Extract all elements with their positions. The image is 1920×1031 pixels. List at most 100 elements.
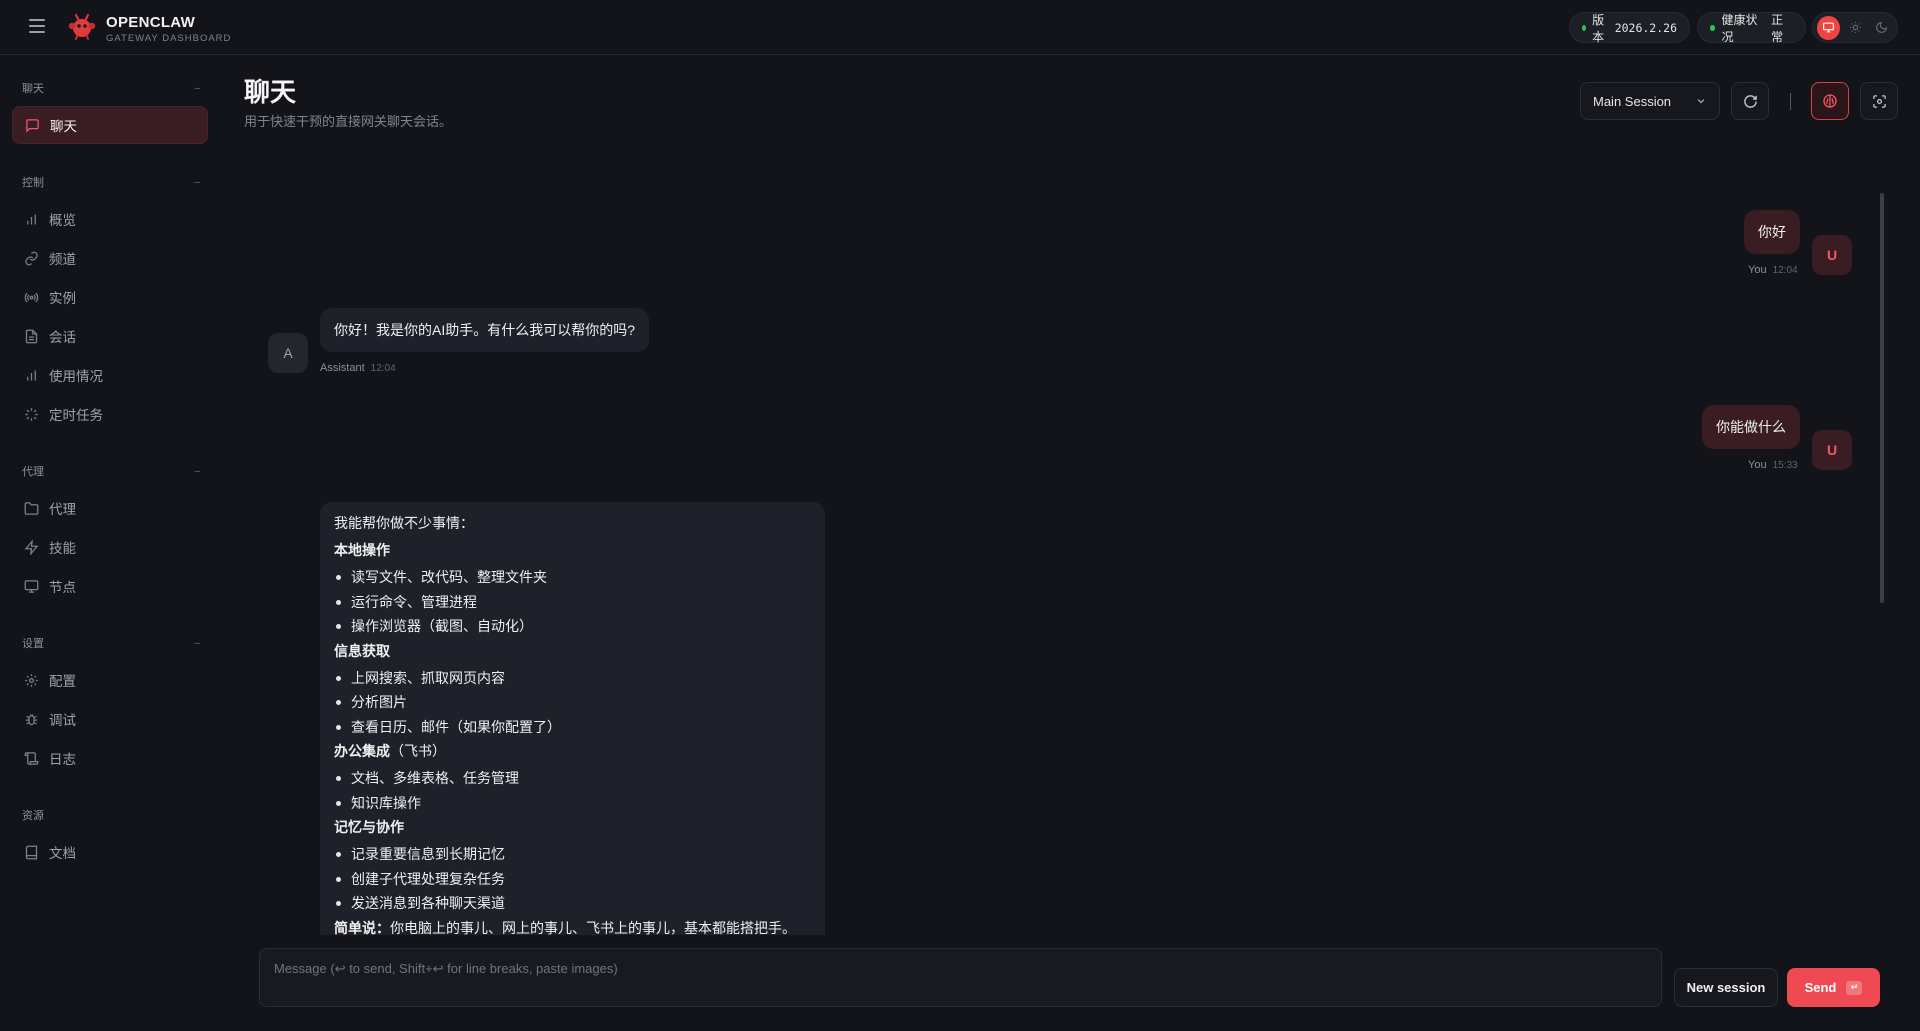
summary-text: 你电脑上的事儿、网上的事儿、飞书上的事儿，基本都能搭把手。 bbox=[390, 919, 796, 935]
sidebar-item-instances[interactable]: 实例 bbox=[12, 278, 208, 316]
toolbar-divider bbox=[1790, 93, 1791, 110]
sidebar-item-docs[interactable]: 文档 bbox=[12, 833, 208, 871]
reply-heading-suffix: （飞书） bbox=[390, 743, 446, 759]
user-message-bubble: 你能做什么 bbox=[1702, 405, 1800, 449]
session-select[interactable]: Main Session bbox=[1580, 82, 1720, 120]
sidebar-item-label: 技能 bbox=[49, 541, 76, 556]
brand-title: OPENCLAW bbox=[106, 14, 196, 31]
sidebar-section-settings[interactable]: 设置 – bbox=[22, 635, 200, 651]
zap-icon bbox=[24, 539, 39, 555]
sidebar-item-channels[interactable]: 频道 bbox=[12, 239, 208, 277]
theme-switcher bbox=[1812, 12, 1898, 43]
sidebar-item-label: 调试 bbox=[49, 713, 76, 728]
list-item: 查看日历、邮件（如果你配置了） bbox=[334, 720, 811, 745]
message-time: 12:04 bbox=[1772, 265, 1798, 276]
version-label: 版本 bbox=[1592, 12, 1605, 44]
list-item: 创建子代理处理复杂任务 bbox=[334, 872, 811, 897]
summary-bold: 简单说： bbox=[334, 919, 390, 935]
sidebar-item-config[interactable]: 配置 bbox=[12, 661, 208, 699]
assistant-message-bubble: 你好！我是你的AI助手。有什么我可以帮你的吗? bbox=[320, 308, 650, 352]
theme-dark-button[interactable] bbox=[1870, 16, 1893, 40]
reply-list: 读写文件、改代码、整理文件夹 运行命令、管理进程 操作浏览器（截图、自动化） bbox=[334, 570, 811, 644]
section-title: 设置 bbox=[22, 638, 44, 650]
focus-mode-button[interactable] bbox=[1860, 82, 1898, 120]
page-subtitle: 用于快速干预的直接网关聊天会话。 bbox=[244, 114, 453, 129]
sidebar-section-chat[interactable]: 聊天 – bbox=[22, 80, 200, 96]
list-item: 操作浏览器（截图、自动化） bbox=[334, 619, 811, 644]
sidebar-section-control[interactable]: 控制 – bbox=[22, 174, 200, 190]
sidebar-item-overview[interactable]: 概览 bbox=[12, 200, 208, 238]
collapse-icon: – bbox=[194, 637, 200, 649]
sidebar-item-nodes[interactable]: 节点 bbox=[12, 567, 208, 605]
sidebar-item-label: 代理 bbox=[49, 502, 76, 517]
sidebar-item-label: 频道 bbox=[49, 252, 76, 267]
message-text: 你能做什么 bbox=[1716, 419, 1786, 435]
user-message-bubble: 你好 bbox=[1744, 210, 1800, 254]
chat-thread: 你好 You 12:04 U A 你好！我是你的AI助手。有什么我可以帮你的吗? … bbox=[244, 160, 1884, 935]
status-dot bbox=[1582, 24, 1587, 31]
sidebar-item-usage[interactable]: 使用情况 bbox=[12, 356, 208, 394]
new-session-button[interactable]: New session bbox=[1674, 968, 1778, 1007]
message-input[interactable]: Message (↩ to send, Shift+↩ for line bre… bbox=[259, 948, 1662, 1007]
list-item: 文档、多维表格、任务管理 bbox=[334, 771, 811, 796]
health-label: 健康状况 bbox=[1721, 12, 1758, 44]
version-value: 2026.2.26 bbox=[1614, 20, 1677, 35]
sidebar-item-agents[interactable]: 代理 bbox=[12, 489, 208, 527]
sidebar-item-label: 概览 bbox=[49, 213, 76, 228]
reply-list: 上网搜索、抓取网页内容 分析图片 查看日历、邮件（如果你配置了） bbox=[334, 671, 811, 745]
theme-light-button[interactable] bbox=[1844, 16, 1867, 40]
enter-key-icon: ↵ bbox=[1846, 980, 1863, 995]
section-title: 资源 bbox=[22, 810, 44, 822]
list-item: 上网搜索、抓取网页内容 bbox=[334, 671, 811, 696]
thinking-toggle-button[interactable] bbox=[1811, 82, 1849, 120]
avatar: U bbox=[1812, 430, 1852, 470]
message-sender: You bbox=[1748, 459, 1767, 471]
refresh-button[interactable] bbox=[1731, 82, 1769, 120]
avatar: A bbox=[268, 333, 308, 373]
menu-icon[interactable] bbox=[29, 19, 45, 33]
sidebar-section-resources[interactable]: 资源 bbox=[22, 807, 200, 823]
section-title: 聊天 bbox=[22, 83, 44, 95]
theme-system-button[interactable] bbox=[1817, 15, 1840, 40]
message-meta: You 12:04 bbox=[1748, 264, 1798, 276]
message-input-placeholder: Message (↩ to send, Shift+↩ for line bre… bbox=[274, 961, 618, 976]
health-value: 正常 bbox=[1771, 12, 1784, 44]
sidebar-section-agents[interactable]: 代理 – bbox=[22, 463, 200, 479]
reply-heading: 本地操作 bbox=[334, 542, 390, 558]
link-icon bbox=[25, 251, 38, 265]
sidebar-item-label: 实例 bbox=[49, 291, 76, 306]
bug-icon bbox=[25, 713, 38, 725]
send-button[interactable]: Send ↵ bbox=[1787, 968, 1880, 1007]
reply-summary: 简单说：你电脑上的事儿、网上的事儿、飞书上的事儿，基本都能搭把手。 bbox=[334, 921, 811, 935]
list-item: 记录重要信息到长期记忆 bbox=[334, 847, 811, 872]
reply-list: 文档、多维表格、任务管理 知识库操作 bbox=[334, 771, 811, 820]
list-item: 分析图片 bbox=[334, 695, 811, 720]
reply-intro: 我能帮你做不少事情： bbox=[334, 515, 474, 531]
brain-icon bbox=[1823, 94, 1837, 108]
collapse-icon: – bbox=[194, 82, 200, 94]
brand-subtitle: GATEWAY DASHBOARD bbox=[106, 33, 232, 44]
assistant-message-bubble: 我能帮你做不少事情： 本地操作 读写文件、改代码、整理文件夹 运行命令、管理进程… bbox=[320, 502, 825, 935]
section-title: 代理 bbox=[22, 466, 44, 478]
sidebar-item-logs[interactable]: 日志 bbox=[12, 739, 208, 777]
message-text: 你好！我是你的AI助手。有什么我可以帮你的吗? bbox=[334, 322, 636, 338]
folder-icon bbox=[24, 501, 39, 515]
sidebar-item-sessions[interactable]: 会话 bbox=[12, 317, 208, 355]
sidebar-item-label: 文档 bbox=[49, 846, 76, 861]
message-meta: You 15:33 bbox=[1748, 459, 1798, 471]
top-bar: OPENCLAW GATEWAY DASHBOARD 版本 2026.2.26 … bbox=[0, 0, 1920, 55]
radio-icon bbox=[24, 292, 39, 302]
reply-list: 记录重要信息到长期记忆 创建子代理处理复杂任务 发送消息到各种聊天渠道 bbox=[334, 847, 811, 921]
gear-icon bbox=[25, 673, 38, 687]
sidebar-item-skills[interactable]: 技能 bbox=[12, 528, 208, 566]
scroll-icon bbox=[24, 751, 39, 765]
sidebar-item-cron[interactable]: 定时任务 bbox=[12, 395, 208, 433]
sidebar-item-debug[interactable]: 调试 bbox=[12, 700, 208, 738]
bar-chart-icon bbox=[27, 214, 36, 224]
sidebar-item-chat[interactable]: 聊天 bbox=[12, 106, 208, 144]
list-item: 知识库操作 bbox=[334, 796, 811, 821]
message-meta: Assistant 12:04 bbox=[320, 362, 396, 374]
chat-scrollbar[interactable] bbox=[1880, 193, 1884, 603]
chat-icon bbox=[26, 118, 39, 133]
sidebar-item-label: 配置 bbox=[49, 674, 76, 689]
